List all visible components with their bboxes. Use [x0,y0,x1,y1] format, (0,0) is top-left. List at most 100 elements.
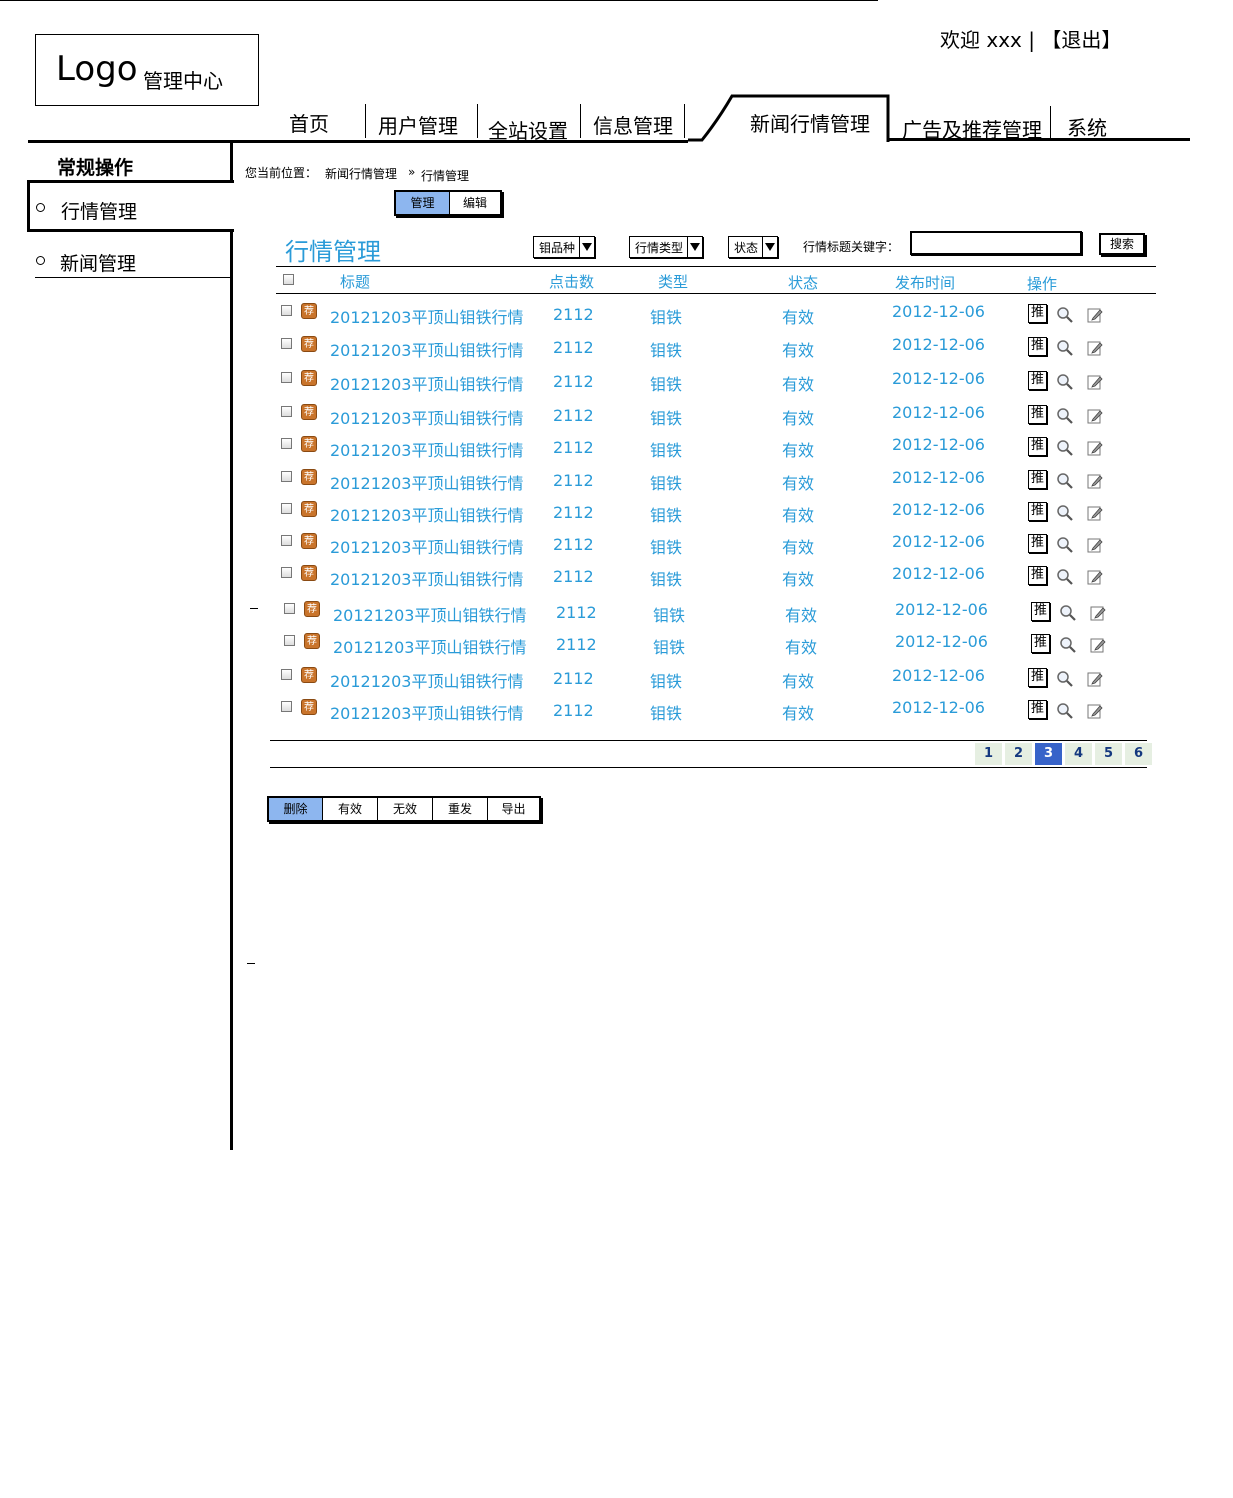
row-checkbox[interactable] [281,372,292,383]
status-select[interactable]: 状态 [728,236,779,258]
view-icon[interactable] [1059,636,1077,654]
edit-icon[interactable] [1087,408,1103,424]
push-button[interactable]: 推 [1028,437,1047,456]
edit-icon[interactable] [1087,505,1103,521]
row-title[interactable]: 20121203平顶山钼铁行情 [333,602,526,626]
edit-icon[interactable] [1087,307,1103,323]
keyword-input[interactable] [910,231,1082,255]
tab-manage[interactable]: 管理 [396,192,450,214]
welcome-logout[interactable]: 欢迎 xxx | 【退出】 [940,24,1121,53]
row-title[interactable]: 20121203平顶山钼铁行情 [330,534,523,558]
row-title[interactable]: 20121203平顶山钼铁行情 [330,668,523,692]
row-checkbox[interactable] [284,635,295,646]
push-button[interactable]: 推 [1028,502,1047,521]
view-icon[interactable] [1056,439,1074,457]
breadcrumb-parent[interactable]: 新闻行情管理 [325,165,397,182]
row-title[interactable]: 20121203平顶山钼铁行情 [330,405,523,429]
page-1[interactable]: 1 [975,743,1002,765]
row-checkbox[interactable] [284,603,295,614]
row-title[interactable]: 20121203平顶山钼铁行情 [330,337,523,361]
row-status: 有效 [782,341,815,360]
view-icon[interactable] [1056,472,1074,490]
view-icon[interactable] [1056,504,1074,522]
edit-icon[interactable] [1087,340,1103,356]
row-title[interactable]: 20121203平顶山钼铁行情 [330,371,523,395]
push-button[interactable]: 推 [1028,470,1047,489]
push-button[interactable]: 推 [1028,700,1047,719]
search-button[interactable]: 搜索 [1099,233,1145,255]
edit-icon[interactable] [1090,605,1106,621]
nav-system[interactable]: 系统 [1067,112,1107,141]
row-checkbox[interactable] [281,503,292,514]
row-checkbox[interactable] [281,701,292,712]
view-icon[interactable] [1056,373,1074,391]
push-button[interactable]: 推 [1028,337,1047,356]
page-5[interactable]: 5 [1095,743,1122,765]
edit-icon[interactable] [1087,671,1103,687]
row-title[interactable]: 20121203平顶山钼铁行情 [330,437,523,461]
view-icon[interactable] [1056,702,1074,720]
push-button[interactable]: 推 [1028,304,1047,323]
view-icon[interactable] [1059,604,1077,622]
push-button[interactable]: 推 [1028,566,1047,585]
breadcrumb-prefix: 您当前位置： [245,166,318,180]
nav-users[interactable]: 用户管理 [378,110,458,139]
nav-info[interactable]: 信息管理 [593,110,673,139]
edit-icon[interactable] [1087,703,1103,719]
edit-icon[interactable] [1087,374,1103,390]
push-button[interactable]: 推 [1028,668,1047,687]
row-title[interactable]: 20121203平顶山钼铁行情 [330,470,523,494]
delete-button[interactable]: 删除 [269,798,323,820]
sidebar-item-market-label[interactable]: 行情管理 [61,197,137,224]
page-3[interactable]: 3 [1035,743,1062,765]
row-checkbox[interactable] [281,406,292,417]
nav-divider [365,104,366,138]
view-icon[interactable] [1056,568,1074,586]
resend-button[interactable]: 重发 [433,798,488,820]
row-checkbox[interactable] [281,567,292,578]
row-clicks: 2112 [553,305,594,324]
mark-invalid-button[interactable]: 无效 [378,798,433,820]
push-button[interactable]: 推 [1031,602,1050,621]
type-select[interactable]: 行情类型 [629,236,704,258]
recommend-badge-icon: 荐 [301,699,317,715]
row-title[interactable]: 20121203平顶山钼铁行情 [330,700,523,724]
push-button[interactable]: 推 [1028,534,1047,553]
sidebar-item-news[interactable]: 新闻管理 [60,249,136,276]
push-button[interactable]: 推 [1028,405,1047,424]
edit-icon[interactable] [1087,537,1103,553]
row-title[interactable]: 20121203平顶山钼铁行情 [330,304,523,328]
edit-icon[interactable] [1090,637,1106,653]
row-title[interactable]: 20121203平顶山钼铁行情 [330,566,523,590]
page-2[interactable]: 2 [1005,743,1032,765]
row-title[interactable]: 20121203平顶山钼铁行情 [330,502,523,526]
page-6[interactable]: 6 [1125,743,1152,765]
select-all-checkbox[interactable] [283,274,294,285]
edit-icon[interactable] [1087,440,1103,456]
nav-news-market[interactable]: 新闻行情管理 [750,108,870,137]
row-title[interactable]: 20121203平顶山钼铁行情 [333,634,526,658]
row-type: 钼铁 [650,672,683,691]
tab-edit[interactable]: 编辑 [450,192,500,214]
row-checkbox[interactable] [281,471,292,482]
variety-select[interactable]: 钼品种 [533,236,596,258]
view-icon[interactable] [1056,339,1074,357]
push-button[interactable]: 推 [1031,634,1050,653]
view-icon[interactable] [1056,306,1074,324]
mark-valid-button[interactable]: 有效 [323,798,378,820]
edit-icon[interactable] [1087,473,1103,489]
column-header-title: 标题 [340,273,371,291]
row-checkbox[interactable] [281,438,292,449]
view-icon[interactable] [1056,670,1074,688]
row-checkbox[interactable] [281,535,292,546]
row-checkbox[interactable] [281,305,292,316]
page-4[interactable]: 4 [1065,743,1092,765]
row-checkbox[interactable] [281,338,292,349]
nav-home[interactable]: 首页 [289,108,329,137]
view-icon[interactable] [1056,536,1074,554]
view-icon[interactable] [1056,407,1074,425]
export-button[interactable]: 导出 [488,798,539,820]
edit-icon[interactable] [1087,569,1103,585]
push-button[interactable]: 推 [1028,371,1047,390]
row-checkbox[interactable] [281,669,292,680]
